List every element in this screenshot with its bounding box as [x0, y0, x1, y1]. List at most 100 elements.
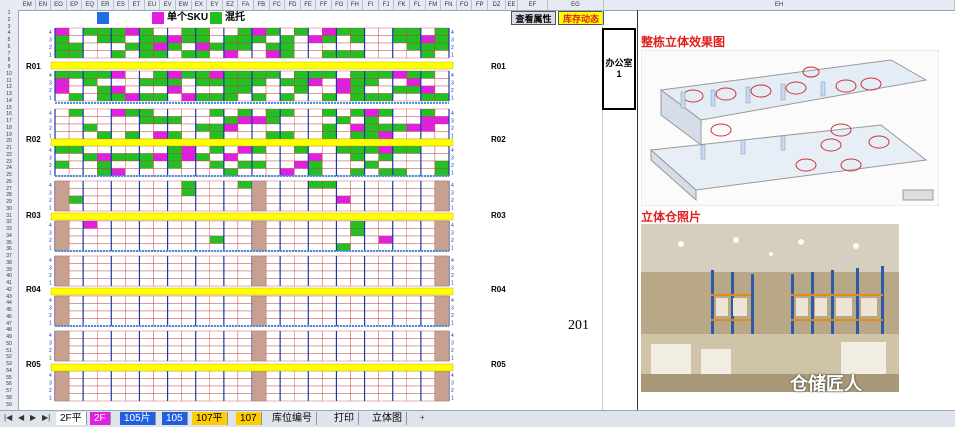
row-number[interactable]: 25	[0, 172, 18, 178]
row-number[interactable]: 51	[0, 348, 18, 354]
row-number[interactable]: 50	[0, 341, 18, 347]
column-header-cell[interactable]: EN	[36, 0, 52, 10]
row-number[interactable]: 41	[0, 280, 18, 286]
row-number[interactable]: 42	[0, 287, 18, 293]
column-header-cell[interactable]: ET	[129, 0, 145, 10]
row-number[interactable]: 1	[0, 10, 18, 16]
row-number[interactable]: 8	[0, 57, 18, 63]
column-header-cell[interactable]: DZ	[488, 0, 506, 10]
row-number[interactable]: 54	[0, 368, 18, 374]
row-number[interactable]: 23	[0, 159, 18, 165]
row-number[interactable]: 58	[0, 395, 18, 401]
row-number[interactable]: 56	[0, 381, 18, 387]
column-header-cell[interactable]: FB	[254, 0, 270, 10]
row-number[interactable]: 20	[0, 138, 18, 144]
column-header-cell[interactable]: EE	[506, 0, 518, 10]
row-number[interactable]: 10	[0, 71, 18, 77]
column-header-cell[interactable]: EU	[145, 0, 161, 10]
column-header-cell[interactable]: FC	[270, 0, 286, 10]
row-number[interactable]: 28	[0, 192, 18, 198]
row-number[interactable]: 36	[0, 246, 18, 252]
column-header-cell[interactable]: FO	[457, 0, 473, 10]
row-number[interactable]: 31	[0, 213, 18, 219]
row-number[interactable]: 30	[0, 206, 18, 212]
row-number[interactable]: 49	[0, 334, 18, 340]
column-header-cell[interactable]: FH	[348, 0, 364, 10]
row-number[interactable]: 57	[0, 388, 18, 394]
row-number[interactable]: 16	[0, 111, 18, 117]
row-number[interactable]: 14	[0, 98, 18, 104]
column-header-cell[interactable]: EZ	[223, 0, 239, 10]
tab-105-piece[interactable]: 105片	[120, 412, 156, 425]
column-header-cell[interactable]: ES	[114, 0, 130, 10]
row-number[interactable]: 45	[0, 307, 18, 313]
column-header-cell[interactable]: EO	[51, 0, 67, 10]
row-number[interactable]: 34	[0, 233, 18, 239]
column-header-cell[interactable]: FJ	[379, 0, 395, 10]
row-number[interactable]: 39	[0, 267, 18, 273]
row-number[interactable]: 17	[0, 118, 18, 124]
column-header-cell[interactable]: FK	[394, 0, 410, 10]
row-number[interactable]: 13	[0, 91, 18, 97]
inventory-status-button[interactable]: 库存动态	[558, 11, 604, 25]
row-number[interactable]: 59	[0, 402, 18, 408]
row-number[interactable]: 15	[0, 105, 18, 111]
row-number[interactable]: 3	[0, 24, 18, 30]
tab-105[interactable]: 105	[162, 412, 188, 425]
row-number[interactable]: 11	[0, 78, 18, 84]
column-header-cell[interactable]: FP	[472, 0, 488, 10]
row-number[interactable]: 53	[0, 361, 18, 367]
column-header-cell[interactable]: EV	[160, 0, 176, 10]
column-header-cell[interactable]: ER	[98, 0, 114, 10]
column-header-cell[interactable]: EG	[548, 0, 604, 10]
column-header-cell[interactable]: EF	[518, 0, 548, 10]
next-sheet-icon[interactable]: ▶	[30, 413, 36, 422]
row-number[interactable]: 43	[0, 294, 18, 300]
column-header-cell[interactable]: FD	[285, 0, 301, 10]
column-header-cell[interactable]: EH	[604, 0, 955, 10]
column-header-cell[interactable]: FN	[441, 0, 457, 10]
tab-3d-view[interactable]: 立体图	[368, 412, 407, 425]
tab-print[interactable]: 打印	[330, 412, 359, 425]
storage-rack-grid[interactable]: 4433221144332211443322114433221144332211…	[19, 26, 487, 410]
column-header-cell[interactable]: FI	[363, 0, 379, 10]
row-number[interactable]: 18	[0, 125, 18, 131]
row-number[interactable]: 35	[0, 240, 18, 246]
column-header-cell[interactable]: EX	[192, 0, 208, 10]
row-number[interactable]: 21	[0, 145, 18, 151]
row-number[interactable]: 55	[0, 375, 18, 381]
column-header-cell[interactable]: FA	[238, 0, 254, 10]
row-number[interactable]: 46	[0, 314, 18, 320]
row-number[interactable]: 5	[0, 37, 18, 43]
row-number[interactable]: 4	[0, 30, 18, 36]
column-header-cell[interactable]: FE	[301, 0, 317, 10]
tab-107-flat[interactable]: 107平	[192, 412, 228, 425]
row-number[interactable]: 6	[0, 44, 18, 50]
row-number[interactable]: 33	[0, 226, 18, 232]
tab-2f-flat[interactable]: 2F平	[56, 412, 87, 425]
row-number[interactable]: 29	[0, 199, 18, 205]
row-number[interactable]: 27	[0, 186, 18, 192]
column-header-cell[interactable]: FM	[426, 0, 442, 10]
row-number[interactable]: 22	[0, 152, 18, 158]
row-number[interactable]: 40	[0, 273, 18, 279]
column-header-cell[interactable]: EQ	[82, 0, 98, 10]
tab-107[interactable]: 107	[236, 412, 262, 425]
row-number[interactable]: 19	[0, 132, 18, 138]
column-header-cell[interactable]: FF	[316, 0, 332, 10]
column-header-cell[interactable]: FL	[410, 0, 426, 10]
row-number[interactable]: 9	[0, 64, 18, 70]
column-header-cell[interactable]: EW	[176, 0, 192, 10]
row-number[interactable]: 32	[0, 219, 18, 225]
row-number[interactable]: 52	[0, 354, 18, 360]
row-number[interactable]: 7	[0, 51, 18, 57]
column-header-cell[interactable]: EP	[67, 0, 83, 10]
prev-sheet-icon[interactable]: ◀	[18, 413, 24, 422]
first-sheet-icon[interactable]: |◀	[4, 413, 12, 422]
row-number[interactable]: 2	[0, 17, 18, 23]
tab-location-codes[interactable]: 库位编号	[268, 412, 317, 425]
row-number[interactable]: 38	[0, 260, 18, 266]
row-number[interactable]: 12	[0, 84, 18, 90]
add-sheet-icon[interactable]: +	[420, 413, 425, 422]
row-number[interactable]: 37	[0, 253, 18, 259]
